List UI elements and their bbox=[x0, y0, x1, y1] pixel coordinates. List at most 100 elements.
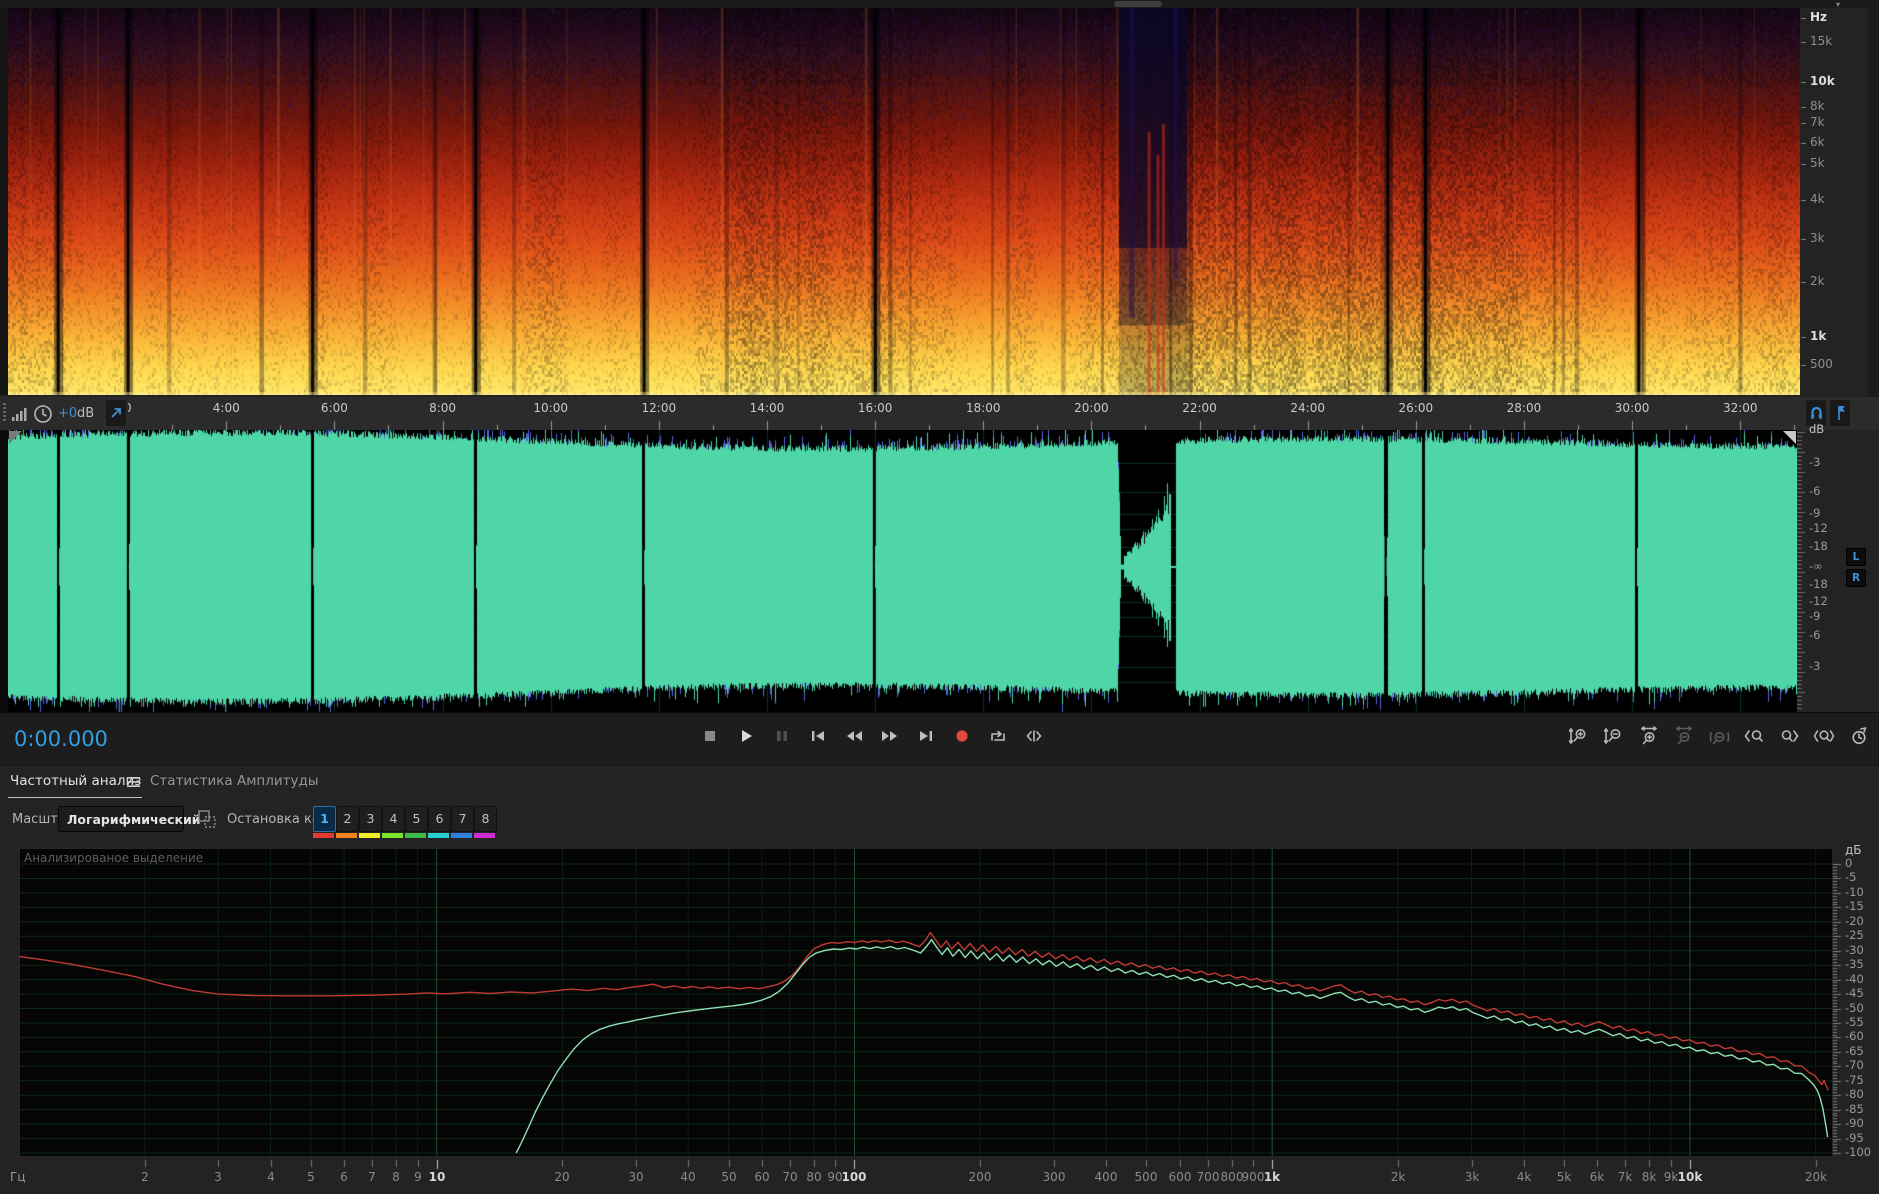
pause-icon bbox=[777, 731, 787, 741]
frame-hold-button-4[interactable]: 4 bbox=[382, 806, 405, 832]
fade-out-handle[interactable] bbox=[1783, 431, 1796, 444]
graph-db-label: -40 bbox=[1845, 971, 1864, 986]
rewind-button[interactable] bbox=[841, 724, 867, 748]
zoom-in-at-in-point-button[interactable] bbox=[1741, 724, 1767, 748]
graph-freq-label: 300 bbox=[1042, 1170, 1066, 1184]
fast-forward-button[interactable] bbox=[877, 724, 903, 748]
graph-freq-label: 9 bbox=[414, 1170, 422, 1184]
chevron-down-icon[interactable]: ▾ bbox=[1836, 0, 1840, 9]
zoom-in-horizontal-button[interactable] bbox=[1636, 724, 1662, 748]
record-button[interactable] bbox=[949, 724, 975, 748]
graph-db-label: -45 bbox=[1845, 986, 1864, 1001]
active-tab-underline bbox=[8, 797, 142, 798]
timeline-label: 32:00 bbox=[1722, 401, 1758, 415]
zoom-out-full-button[interactable] bbox=[1706, 724, 1732, 748]
graph-db-label: 0 bbox=[1845, 856, 1853, 870]
waveform-toolbar: +0 dB bbox=[0, 397, 128, 430]
skip-to-start-button[interactable] bbox=[805, 724, 831, 748]
pause-button[interactable] bbox=[769, 724, 795, 748]
gain-value[interactable]: +0 bbox=[58, 406, 77, 421]
audition-window: ▾ Hz15k10k8k7k6k5k4k3k2k1k500 2:004:006:… bbox=[0, 0, 1879, 1194]
zoom-out-horizontal-button[interactable] bbox=[1671, 724, 1697, 748]
graph-db-label: -35 bbox=[1845, 957, 1864, 972]
channel-button-l[interactable]: L bbox=[1846, 548, 1866, 566]
frame-hold-color-bar bbox=[428, 833, 449, 838]
stop-button[interactable] bbox=[697, 724, 723, 748]
graph-freq-label: 5 bbox=[307, 1170, 315, 1184]
graph-freq-label: 600 bbox=[1168, 1170, 1192, 1184]
clock-icon[interactable] bbox=[32, 403, 54, 425]
add-marker-button[interactable] bbox=[1829, 399, 1851, 427]
levels-meter-icon[interactable] bbox=[11, 405, 31, 422]
freq-tick bbox=[1801, 143, 1806, 144]
zoom-in-at-out-point-icon bbox=[1781, 730, 1799, 742]
amplitude-scale-label: -6 bbox=[1809, 484, 1821, 498]
graph-freq-label: 80 bbox=[806, 1170, 822, 1184]
graph-db-label: -15 bbox=[1845, 899, 1864, 914]
transport-buttons bbox=[697, 724, 1047, 748]
zoom-out-full-icon bbox=[1709, 732, 1730, 745]
grip-handle-icon[interactable] bbox=[3, 403, 6, 423]
amplitude-scale-label: -6 bbox=[1809, 628, 1821, 642]
graph-freq-label: 8 bbox=[392, 1170, 400, 1184]
frequency-graph[interactable] bbox=[18, 848, 1833, 1157]
graph-annotation: Анализированое выделение bbox=[24, 851, 204, 865]
spectrogram-display[interactable] bbox=[8, 8, 1800, 395]
freq-tick bbox=[1801, 18, 1806, 19]
graph-db-label: -60 bbox=[1845, 1029, 1864, 1044]
skip-selection-icon bbox=[1026, 730, 1042, 742]
graph-freq-label: 2k bbox=[1390, 1170, 1406, 1184]
play-button[interactable] bbox=[733, 724, 759, 748]
timed-record-button[interactable] bbox=[1846, 724, 1872, 748]
frame-hold-button-1[interactable]: 1 bbox=[313, 806, 336, 832]
zoom-to-selection-button[interactable] bbox=[1811, 724, 1837, 748]
tab-frequency-analysis[interactable]: Частотный анализ bbox=[10, 773, 141, 789]
timeline-label: 10:00 bbox=[533, 401, 568, 415]
zoom-out-horizontal-icon bbox=[1676, 726, 1692, 745]
scale-select[interactable]: Логарифмический bbox=[58, 806, 201, 832]
freq-scale-label: Hz bbox=[1810, 10, 1828, 24]
panel-menu-icon[interactable] bbox=[127, 777, 140, 788]
zoom-in-at-out-point-button[interactable] bbox=[1776, 724, 1802, 748]
frame-hold-button-2[interactable]: 2 bbox=[336, 806, 359, 832]
timeline-scrollbar[interactable] bbox=[0, 0, 1879, 8]
frame-hold-button-8[interactable]: 8 bbox=[474, 806, 497, 832]
graph-freq-label: 8k bbox=[1641, 1170, 1657, 1184]
graph-freq-label: 3 bbox=[214, 1170, 222, 1184]
fade-in-handle[interactable] bbox=[9, 431, 22, 444]
left-border-wave bbox=[0, 430, 8, 712]
frame-hold-button-5[interactable]: 5 bbox=[405, 806, 428, 832]
frame-hold-color-bar bbox=[359, 833, 380, 838]
scrollbar-handle[interactable] bbox=[1114, 1, 1162, 7]
skip-to-end-button[interactable] bbox=[913, 724, 939, 748]
zoom-in-vertical-button[interactable] bbox=[1566, 724, 1592, 748]
waveform-display[interactable] bbox=[8, 430, 1797, 712]
right-channel-curve bbox=[515, 939, 1829, 1154]
graph-db-label: -10 bbox=[1845, 884, 1864, 899]
frame-hold-button-3[interactable]: 3 bbox=[359, 806, 382, 832]
freq-tick bbox=[1801, 282, 1806, 283]
zoom-in-horizontal-icon bbox=[1641, 726, 1657, 745]
loop-playback-button[interactable] bbox=[985, 724, 1011, 748]
channel-button-r[interactable]: R bbox=[1846, 569, 1866, 587]
zoom-out-vertical-button[interactable] bbox=[1601, 724, 1627, 748]
copy-snapshot-icon[interactable] bbox=[196, 808, 218, 830]
spot-healing-button[interactable] bbox=[105, 399, 127, 427]
timeline-label: 18:00 bbox=[965, 401, 1001, 415]
timed-record-icon bbox=[1852, 727, 1867, 745]
time-display[interactable]: 0:00.000 bbox=[14, 727, 108, 751]
frame-hold-button-7[interactable]: 7 bbox=[451, 806, 474, 832]
timeline-label: 22:00 bbox=[1182, 401, 1217, 415]
zoom-to-selection-icon bbox=[1813, 730, 1835, 742]
tab-amplitude-statistics[interactable]: Статистика Амплитуды bbox=[150, 773, 318, 789]
frame-hold-color-bar bbox=[313, 833, 334, 838]
timeline-label: 26:00 bbox=[1398, 401, 1434, 415]
fast-forward-icon bbox=[882, 731, 897, 741]
amplitude-scale-label: -3 bbox=[1809, 659, 1821, 673]
freq-scale-label: 1k bbox=[1810, 329, 1827, 343]
freq-tick bbox=[1801, 200, 1806, 201]
skip-selection-button[interactable] bbox=[1021, 724, 1047, 748]
frame-hold-button-6[interactable]: 6 bbox=[428, 806, 451, 832]
freq-scale-label: 3k bbox=[1810, 231, 1825, 245]
graph-freq-label: 500 bbox=[1134, 1170, 1158, 1184]
